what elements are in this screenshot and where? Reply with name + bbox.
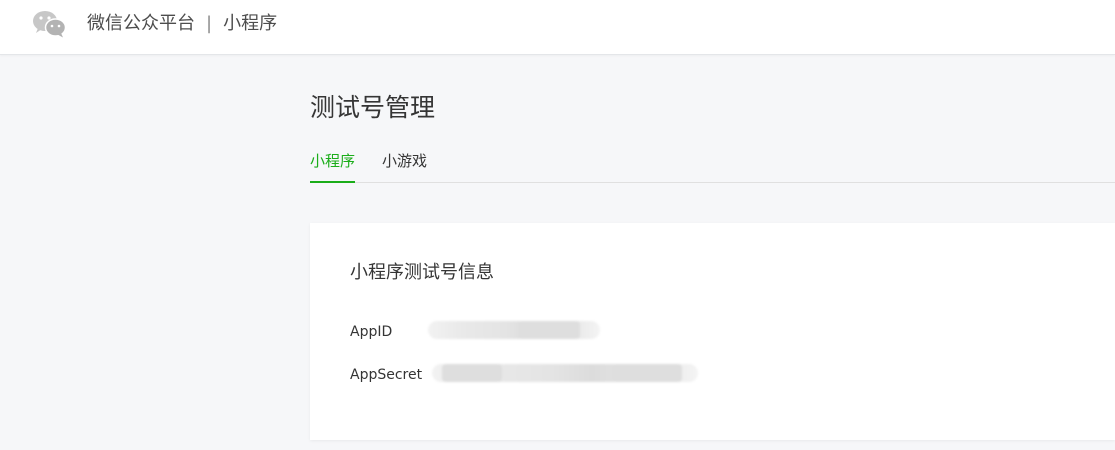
card-title: 小程序测试号信息 <box>350 262 494 283</box>
appsecret-label: AppSecret <box>350 367 423 383</box>
tab-mini-game[interactable]: 小游戏 <box>382 150 427 182</box>
platform-name[interactable]: 微信公众平台 <box>87 13 195 34</box>
appid-label: AppID <box>350 324 393 340</box>
appsecret-value-redacted <box>432 364 698 382</box>
tab-mini-program[interactable]: 小程序 <box>310 150 356 183</box>
wechat-logo-icon[interactable] <box>32 9 68 39</box>
tab-bar: 小程序 小游戏 <box>310 150 1115 183</box>
test-account-info-card: 小程序测试号信息 AppID AppSecret <box>310 223 1115 440</box>
brand-separator: | <box>206 13 213 34</box>
product-name: 小程序 <box>223 13 278 34</box>
top-navigation-bar: 微信公众平台 | 小程序 <box>0 0 1115 55</box>
appid-value-redacted <box>428 321 600 339</box>
page-title: 测试号管理 <box>310 93 436 122</box>
brand-title: 微信公众平台 | 小程序 <box>87 12 277 36</box>
